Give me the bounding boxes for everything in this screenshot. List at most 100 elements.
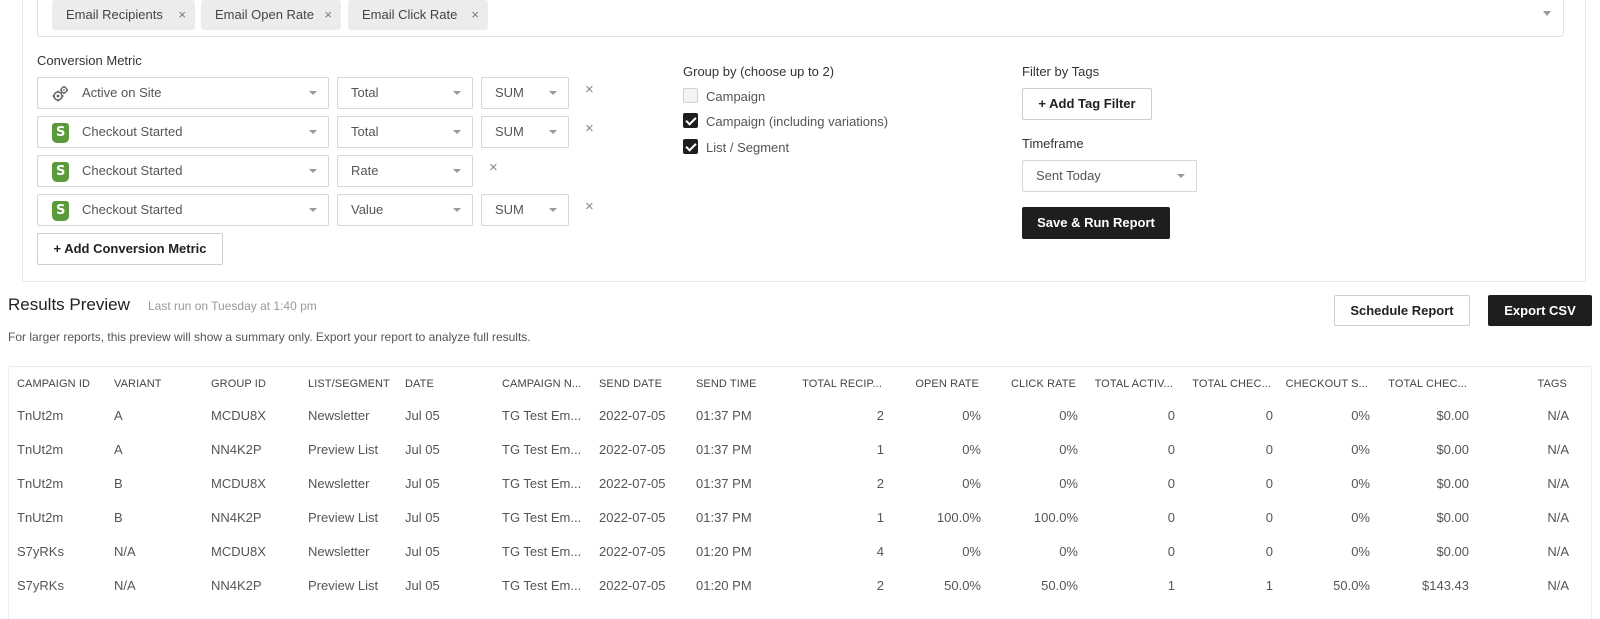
remove-chip-icon[interactable]: × <box>178 0 186 30</box>
select-value: Total <box>351 124 379 139</box>
cell-list-segment: Newsletter <box>308 408 370 423</box>
column-header-total-checkout-value[interactable]: TOTAL CHEC... <box>1388 378 1467 390</box>
chip-label: Email Recipients <box>66 7 163 22</box>
conversion-metric-select[interactable]: Active on Site <box>37 77 329 109</box>
column-header-total-recipients[interactable]: TOTAL RECIP... <box>802 378 882 390</box>
table-row: S7yRKs N/A MCDU8X Newsletter Jul 05 TG Test E… <box>9 544 1591 564</box>
select-value: SUM <box>495 85 524 100</box>
chevron-down-icon[interactable] <box>1543 11 1551 16</box>
select-value: Checkout Started <box>82 202 183 217</box>
conversion-metric-select[interactable]: Checkout Started <box>37 194 329 226</box>
timeframe-select[interactable]: Sent Today <box>1022 160 1197 192</box>
campaign-variations-checkbox[interactable] <box>683 113 698 128</box>
cell-campaign-name: TG Test Em... <box>502 544 582 559</box>
cell-group-id: MCDU8X <box>211 476 266 491</box>
cell-open-rate: 0% <box>962 544 981 559</box>
add-tag-filter-button[interactable]: + Add Tag Filter <box>1022 88 1152 120</box>
cell-click-rate: 0% <box>1059 442 1078 457</box>
column-header-checkout-started[interactable]: CHECKOUT S... <box>1286 378 1368 390</box>
cell-send-time: 01:37 PM <box>696 408 752 423</box>
cell-checkout-started: 0% <box>1351 476 1370 491</box>
cell-campaign-id: TnUt2m <box>17 510 64 525</box>
schedule-report-button[interactable]: Schedule Report <box>1334 295 1470 326</box>
cell-checkout-started: 0% <box>1351 510 1370 525</box>
column-header-group-id[interactable]: GROUP ID <box>211 378 266 390</box>
checkbox-label: Campaign <box>706 89 766 104</box>
chevron-down-icon <box>549 130 557 134</box>
select-value: SUM <box>495 124 524 139</box>
conversion-type-select[interactable]: Rate <box>337 155 473 187</box>
cell-group-id: MCDU8X <box>211 544 266 559</box>
shopify-icon <box>52 162 69 182</box>
table-row: TnUt2m A NN4K2P Preview List Jul 05 TG Test E… <box>9 442 1591 462</box>
aggregation-select[interactable]: SUM <box>481 116 569 148</box>
group-by-title: Group by (choose up to 2) <box>683 64 835 79</box>
column-header-total-active[interactable]: TOTAL ACTIV... <box>1095 378 1173 390</box>
cell-total-checkout-value: $0.00 <box>1436 408 1469 423</box>
table-row: TnUt2m A MCDU8X Newsletter Jul 05 TG Test Em.… <box>9 408 1591 428</box>
aggregation-select[interactable]: SUM <box>481 77 569 109</box>
chevron-down-icon <box>309 91 317 95</box>
cell-total-checkout: 0 <box>1265 544 1273 559</box>
column-header-tags[interactable]: TAGS <box>1537 378 1567 390</box>
remove-chip-icon[interactable]: × <box>324 0 332 30</box>
list-segment-checkbox[interactable] <box>683 139 698 154</box>
cell-total-active: 0 <box>1167 544 1175 559</box>
conversion-type-select[interactable]: Value <box>337 194 473 226</box>
cell-total-active: 0 <box>1167 408 1175 423</box>
cell-click-rate: 100.0% <box>1033 510 1078 525</box>
chevron-down-icon <box>453 91 461 95</box>
conversion-metric-select[interactable]: Checkout Started <box>37 116 329 148</box>
column-header-click-rate[interactable]: CLICK RATE <box>1011 378 1076 390</box>
aggregation-select[interactable]: SUM <box>481 194 569 226</box>
cell-group-id: NN4K2P <box>211 510 262 525</box>
cell-date: Jul 05 <box>405 476 440 491</box>
results-hint-text: For larger reports, this preview will sh… <box>8 330 531 344</box>
cell-send-date: 2022-07-05 <box>599 510 666 525</box>
column-header-variant[interactable]: VARIANT <box>114 378 162 390</box>
conversion-metric-title: Conversion Metric <box>37 53 142 68</box>
cell-click-rate: 0% <box>1059 476 1078 491</box>
cell-total-checkout-value: $0.00 <box>1436 476 1469 491</box>
remove-metric-icon[interactable]: × <box>489 159 498 176</box>
cell-campaign-id: TnUt2m <box>17 408 64 423</box>
select-value: Sent Today <box>1036 168 1101 183</box>
cell-date: Jul 05 <box>405 442 440 457</box>
column-header-send-date[interactable]: SEND DATE <box>599 378 662 390</box>
conversion-type-select[interactable]: Total <box>337 116 473 148</box>
column-header-campaign-id[interactable]: CAMPAIGN ID <box>17 378 90 390</box>
conversion-type-select[interactable]: Total <box>337 77 473 109</box>
column-header-date[interactable]: DATE <box>405 378 434 390</box>
remove-metric-icon[interactable]: × <box>585 81 594 98</box>
cell-total-checkout-value: $0.00 <box>1436 544 1469 559</box>
cell-total-recipients: 2 <box>876 476 884 491</box>
save-run-report-button[interactable]: Save & Run Report <box>1022 207 1170 239</box>
cell-tags: N/A <box>1547 544 1569 559</box>
metrics-multiselect[interactable]: Email Recipients × Email Open Rate × Ema… <box>37 0 1564 37</box>
column-header-send-time[interactable]: SEND TIME <box>696 378 757 390</box>
cell-variant: B <box>114 476 123 491</box>
select-value: Total <box>351 85 379 100</box>
export-csv-button[interactable]: Export CSV <box>1488 295 1592 326</box>
checkbox-label: Campaign (including variations) <box>706 114 889 129</box>
cell-variant: N/A <box>114 544 136 559</box>
cell-campaign-id: TnUt2m <box>17 442 64 457</box>
column-header-list-segment[interactable]: LIST/SEGMENT <box>308 378 390 390</box>
remove-metric-icon[interactable]: × <box>585 120 594 137</box>
column-header-open-rate[interactable]: OPEN RATE <box>915 378 979 390</box>
column-header-total-checkout[interactable]: TOTAL CHEC... <box>1192 378 1271 390</box>
campaign-checkbox[interactable] <box>683 88 698 103</box>
add-conversion-metric-button[interactable]: + Add Conversion Metric <box>37 233 223 265</box>
chevron-down-icon <box>453 169 461 173</box>
gears-icon <box>52 86 68 102</box>
remove-metric-icon[interactable]: × <box>585 198 594 215</box>
column-header-campaign-name[interactable]: CAMPAIGN N... <box>502 378 581 390</box>
report-config-card: Email Recipients × Email Open Rate × Ema… <box>22 0 1586 282</box>
cell-total-checkout: 0 <box>1265 476 1273 491</box>
chevron-down-icon <box>1177 174 1185 178</box>
cell-send-time: 01:20 PM <box>696 544 752 559</box>
conversion-metric-select[interactable]: Checkout Started <box>37 155 329 187</box>
cell-total-recipients: 2 <box>876 408 884 423</box>
remove-chip-icon[interactable]: × <box>471 0 479 30</box>
filter-tags-title: Filter by Tags <box>1022 64 1100 79</box>
